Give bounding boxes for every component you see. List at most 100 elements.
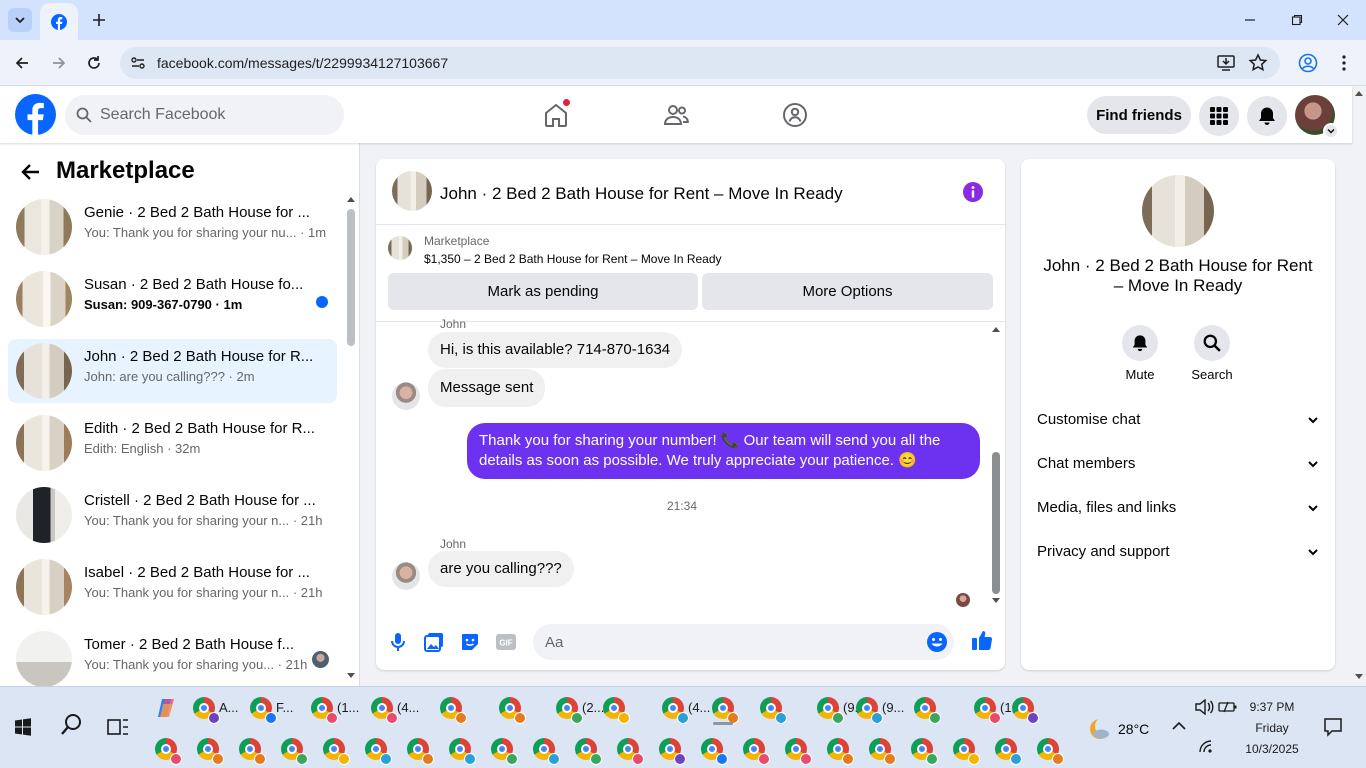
chrome-window-icon[interactable] [911,738,938,765]
chrome-window-icon[interactable] [995,738,1022,765]
chrome-window-icon[interactable] [371,697,398,724]
browser-menu-button[interactable] [1332,51,1356,75]
customise-chat-row[interactable]: Customise chat [1037,400,1319,440]
conversation-item[interactable]: Isabel · 2 Bed 2 Bath House for ... You:… [8,555,337,619]
outgoing-message[interactable]: Thank you for sharing your number! 📞 Our… [467,423,980,479]
emoji-icon[interactable] [926,631,948,653]
like-button[interactable] [970,628,994,652]
chrome-window-icon[interactable] [155,738,182,765]
chrome-window-icon[interactable] [914,697,941,724]
chrome-window-icon[interactable] [281,738,308,765]
listing-title[interactable]: $1,350 – 2 Bed 2 Bath House for Rent – M… [424,252,722,266]
conversation-item[interactable]: Cristell · 2 Bed 2 Bath House for ... Yo… [8,483,337,547]
restore-button[interactable] [1285,8,1309,32]
chrome-window-icon[interactable] [533,738,560,765]
browser-tab-facebook[interactable] [40,3,78,40]
attach-photo-button[interactable] [422,630,446,654]
windows-search-icon[interactable] [58,711,86,739]
chrome-window-icon[interactable] [250,697,277,724]
mark-as-pending-button[interactable]: Mark as pending [388,273,698,310]
chrome-window-icon[interactable] [869,738,896,765]
site-settings-icon[interactable] [130,55,146,71]
scroll-down-icon[interactable] [992,598,1000,604]
page-scrollbar[interactable] [1352,86,1366,686]
incoming-message[interactable]: Hi, is this available? 714-870-1634 [428,332,683,368]
battery-icon[interactable] [1218,699,1238,715]
weather-widget[interactable]: 28°C [1088,717,1149,741]
info-icon[interactable] [962,181,984,203]
chrome-window-icon[interactable] [856,697,883,724]
sticker-button[interactable] [458,630,482,654]
forward-button[interactable] [47,51,71,75]
reload-button[interactable] [82,51,106,75]
scrollbar-thumb[interactable] [347,209,355,346]
task-view-icon[interactable] [106,715,130,739]
message-input[interactable]: Aa [533,624,954,660]
search-in-chat-button[interactable]: Search [1182,325,1242,382]
scroll-down-icon[interactable] [347,673,355,679]
account-chevron[interactable] [1323,123,1339,139]
bookmark-star-icon[interactable] [1248,53,1268,73]
chat-thumbnail[interactable] [392,171,432,211]
scroll-up-icon[interactable] [347,196,355,202]
notification-center-icon[interactable] [1323,717,1343,737]
account-avatar[interactable] [1295,95,1339,139]
chat-title[interactable]: John · 2 Bed 2 Bath House for Rent – Mov… [440,184,843,204]
chrome-window-icon[interactable] [556,697,583,724]
chrome-window-icon[interactable] [974,697,1001,724]
close-window-button[interactable] [1331,8,1355,32]
conversation-item[interactable]: Tomer · 2 Bed 2 Bath House f... You: Tha… [8,627,337,686]
chrome-window-icon[interactable] [365,738,392,765]
scroll-up-icon[interactable] [1355,90,1363,96]
nav-home[interactable] [539,98,573,132]
facebook-search-input[interactable]: Search Facebook [65,95,344,135]
chrome-window-icon[interactable] [701,738,728,765]
install-app-icon[interactable] [1216,53,1236,73]
windows-start-icon[interactable] [8,712,38,742]
chrome-window-icon[interactable] [193,697,220,724]
chrome-window-icon[interactable] [659,738,686,765]
conversation-item[interactable]: Susan · 2 Bed 2 Bath House fo... Susan: … [8,267,337,331]
chrome-window-icon[interactable] [953,738,980,765]
scrollbar-thumb[interactable] [992,452,1000,594]
back-button[interactable] [10,51,34,75]
chrome-window-icon[interactable] [575,738,602,765]
chrome-window-icon[interactable] [817,697,844,724]
network-icon[interactable] [1198,739,1214,753]
nav-groups[interactable] [778,98,812,132]
chrome-window-icon[interactable] [491,738,518,765]
conversation-item[interactable]: Edith · 2 Bed 2 Bath House for R... Edit… [8,411,337,475]
copilot-app-icon[interactable] [154,696,178,720]
facebook-logo-icon[interactable] [15,94,56,135]
scroll-down-icon[interactable] [1355,674,1363,680]
voice-clip-button[interactable] [386,630,410,654]
menu-button[interactable] [1199,96,1239,136]
chrome-window-icon[interactable] [760,697,787,724]
chevron-up-icon[interactable] [1171,721,1187,731]
profile-button[interactable] [1296,51,1320,75]
mute-button[interactable]: Mute [1110,325,1170,382]
chrome-window-icon[interactable] [743,738,770,765]
system-clock[interactable]: 9:37 PM Friday 10/3/2025 [1236,697,1308,760]
tab-search-button[interactable] [8,8,32,32]
speaker-icon[interactable] [1194,699,1214,715]
chrome-window-icon[interactable] [603,697,630,724]
more-options-button[interactable]: More Options [702,273,993,310]
chrome-window-icon[interactable] [785,738,812,765]
scroll-up-icon[interactable] [992,326,1000,332]
nav-friends[interactable] [659,98,693,132]
minimize-button[interactable] [1238,8,1262,32]
conversation-item[interactable]: John · 2 Bed 2 Bath House for R... John:… [8,339,337,403]
conversation-list-scrollbar[interactable] [346,193,356,683]
chrome-window-icon[interactable] [1037,738,1064,765]
chrome-window-icon[interactable] [499,697,526,724]
url-text[interactable]: facebook.com/messages/t/2299934127103667 [157,55,448,71]
address-bar[interactable]: facebook.com/messages/t/2299934127103667 [120,47,1280,79]
chrome-window-icon[interactable] [712,697,739,724]
gif-button[interactable]: GIF [494,630,518,654]
chat-members-row[interactable]: Chat members [1037,444,1319,484]
chrome-window-icon[interactable] [311,697,338,724]
chrome-window-icon[interactable] [827,738,854,765]
chrome-window-icon[interactable] [449,738,476,765]
sender-avatar[interactable] [392,562,420,590]
